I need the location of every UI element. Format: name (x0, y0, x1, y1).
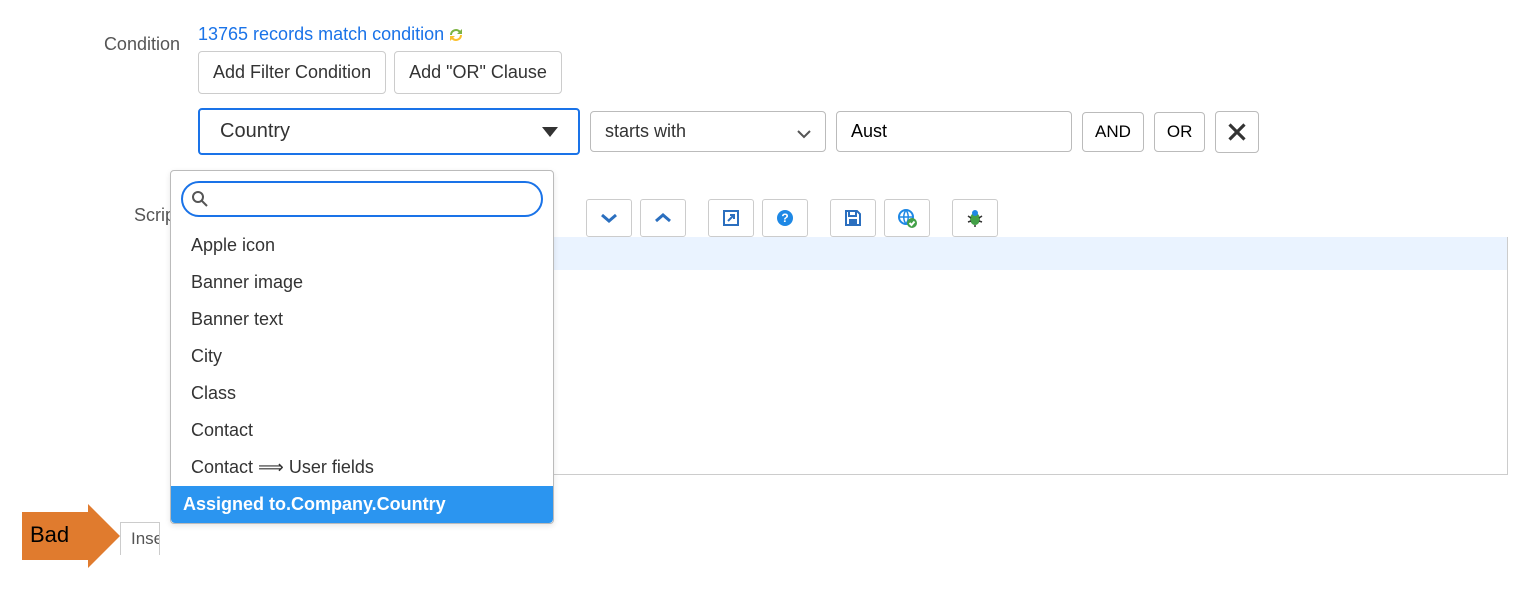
help-button[interactable]: ? (762, 199, 808, 237)
condition-row: Condition 13765 records match condition … (28, 24, 1508, 169)
dropdown-option[interactable]: Contact ⟹ User fields (171, 449, 553, 486)
dropdown-path[interactable]: Assigned to.Company.Country (171, 486, 553, 523)
value-input[interactable] (836, 111, 1072, 152)
dropdown-option[interactable]: Banner image (171, 264, 553, 301)
add-or-button[interactable]: Add "OR" Clause (394, 51, 562, 94)
operator-value: starts with (605, 121, 686, 142)
remove-button[interactable] (1215, 111, 1259, 153)
or-button[interactable]: OR (1154, 112, 1206, 152)
popout-icon (722, 209, 740, 227)
match-link[interactable]: 13765 records match condition (198, 24, 464, 45)
collapse-up-button[interactable] (640, 199, 686, 237)
field-select[interactable]: Country (198, 108, 580, 155)
dropdown-option[interactable]: Contact (171, 412, 553, 449)
add-filter-button[interactable]: Add Filter Condition (198, 51, 386, 94)
dropdown-option[interactable]: Banner text (171, 301, 553, 338)
caret-down-icon (542, 127, 558, 137)
dropdown-option[interactable]: Apple icon (171, 227, 553, 264)
help-icon: ? (775, 208, 795, 228)
globe-check-icon (897, 208, 917, 228)
close-icon (1227, 122, 1247, 142)
search-icon (191, 190, 209, 208)
dropdown-option[interactable]: Class (171, 375, 553, 412)
bug-icon (965, 208, 985, 228)
script-toolbar: ? (586, 199, 1508, 237)
bad-label: Bad (30, 522, 69, 548)
chevron-up-icon (654, 212, 672, 224)
operator-select[interactable]: starts with (590, 111, 826, 152)
and-button[interactable]: AND (1082, 112, 1144, 152)
insert-tab-partial[interactable]: Inse (120, 522, 160, 555)
script-check-button[interactable] (884, 199, 930, 237)
dropdown-options: Apple icon Banner image Banner text City… (171, 227, 553, 486)
dropdown-search-input[interactable] (181, 181, 543, 217)
chevron-down-icon (600, 212, 618, 224)
filter-row: Country starts with AND OR (198, 108, 1508, 155)
svg-text:?: ? (781, 211, 788, 225)
match-text: 13765 records match condition (198, 24, 444, 45)
condition-label: Condition (28, 24, 198, 55)
chevron-down-icon (797, 125, 811, 139)
save-icon (844, 209, 862, 227)
refresh-icon (448, 27, 464, 43)
dropdown-option[interactable]: City (171, 338, 553, 375)
expand-down-button[interactable] (586, 199, 632, 237)
field-value: Country (220, 120, 290, 143)
debug-button[interactable] (952, 199, 998, 237)
popout-button[interactable] (708, 199, 754, 237)
field-dropdown: Apple icon Banner image Banner text City… (170, 170, 554, 524)
bad-annotation: Bad (22, 504, 118, 568)
save-button[interactable] (830, 199, 876, 237)
